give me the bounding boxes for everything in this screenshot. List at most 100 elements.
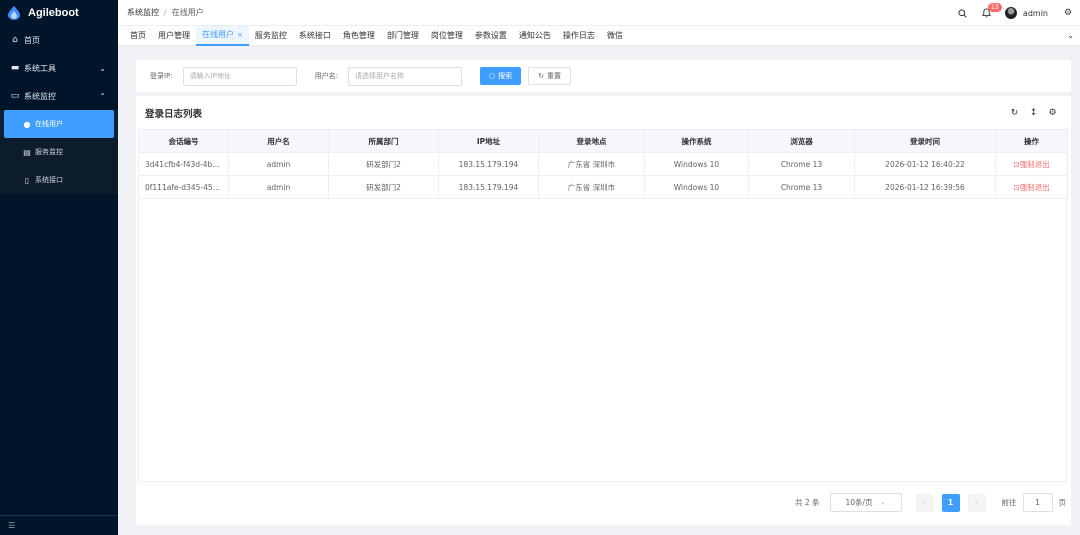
sidebar: Agileboot ⌂ 首页 ▬ 系统工具 ⌄ ▭ 系统监控 ⌃ ● 在线用户 … [0, 0, 118, 535]
tab-system-api[interactable]: 系统接口 [293, 26, 337, 46]
force-logout-cell: ⊡强制退出 [995, 175, 1068, 199]
column-height-icon[interactable]: ↕ [1024, 108, 1043, 118]
breadcrumb-item[interactable]: 系统监控 [127, 8, 159, 17]
tab-config-settings[interactable]: 参数设置 [469, 26, 513, 46]
page-number[interactable]: 1 [941, 493, 960, 512]
sidebar-item-system-api[interactable]: ▯ 系统接口 [0, 166, 118, 194]
column-header: 登录时间 [854, 129, 996, 153]
column-header: IP地址 [438, 129, 539, 153]
gear-icon[interactable]: ⚙ [1056, 8, 1080, 18]
tags-view: 首页 用户管理 在线用户 × 服务监控 系统接口 角色管理 部门管理 岗位管理 参… [118, 25, 1080, 46]
force-logout-button[interactable]: ⊡强制退出 [1013, 183, 1049, 192]
ip-input[interactable]: 请输入IP地址 [182, 66, 297, 86]
table-cell: 广东省 深圳市 [538, 175, 645, 199]
tab-user-management[interactable]: 用户管理 [152, 26, 196, 46]
toolbox-icon: ▬ [10, 63, 20, 73]
tab-online-users[interactable]: 在线用户 × [196, 25, 249, 46]
sidebar-collapse-button[interactable]: ☰ [0, 515, 118, 535]
logo[interactable]: Agileboot [0, 0, 118, 26]
table-cell: 183.15.179.194 [438, 175, 539, 199]
table-row: 0f111afe-d345-451... admin 研发部门2 183.15.… [138, 175, 1068, 199]
table-toolbar: ↻ ↕ ⚙ [1005, 108, 1062, 118]
breadcrumb: 系统监控 / 在线用户 [127, 7, 204, 18]
sidebar-item-home[interactable]: ⌂ 首页 [0, 26, 118, 54]
sidebar-item-server-monitor[interactable]: ▤ 服务监控 [0, 138, 118, 166]
sidebar-item-label: 服务监控 [35, 148, 63, 156]
bell-icon[interactable]: 13 [975, 3, 1002, 18]
table-cell: 研发部门2 [328, 175, 439, 199]
tab-operation-log[interactable]: 操作日志 [557, 26, 601, 46]
sidebar-item-system-tools[interactable]: ▬ 系统工具 ⌄ [0, 54, 118, 82]
search-icon[interactable] [951, 8, 975, 18]
top-header: 系统监控 / 在线用户 13 admin ⚙ [118, 0, 1080, 26]
tab-dept-management[interactable]: 部门管理 [381, 26, 425, 46]
pagination-total: 共 2 条 [794, 498, 820, 507]
notification-badge: 13 [987, 3, 1002, 12]
sidebar-item-system-monitor[interactable]: ▭ 系统监控 ⌃ [0, 82, 118, 110]
reset-button-label: 重置 [547, 72, 561, 80]
tab-server-monitor[interactable]: 服务监控 [249, 26, 293, 46]
column-header: 操作系统 [644, 129, 749, 153]
username-label: 用户名: [314, 72, 339, 80]
table-title: 登录日志列表 [145, 109, 203, 120]
breadcrumb-separator: / [164, 8, 167, 17]
table-card: 登录日志列表 ↻ ↕ ⚙ 会话编号 用户名 所属部门 IP地址 登录地点 操作系… [136, 96, 1071, 525]
user-name[interactable]: admin [1023, 9, 1048, 18]
sidebar-item-online-users[interactable]: ● 在线用户 [4, 110, 114, 138]
column-header: 所属部门 [328, 129, 439, 153]
breadcrumb-item-current: 在线用户 [171, 8, 204, 17]
refresh-icon[interactable]: ↻ [1005, 108, 1024, 118]
page-size-select[interactable]: 10条/页 ⌄ [829, 493, 902, 512]
tab-notice[interactable]: 通知公告 [513, 26, 557, 46]
table-cell: admin [228, 152, 329, 176]
prev-page-button[interactable]: ‹ [915, 493, 934, 512]
table-header-row: 会话编号 用户名 所属部门 IP地址 登录地点 操作系统 浏览器 登录时间 操作 [138, 129, 1068, 153]
column-header: 操作 [995, 129, 1068, 153]
users-icon: ● [23, 119, 31, 129]
tab-wechat[interactable]: 微信 [601, 26, 629, 46]
tab-role-management[interactable]: 角色管理 [337, 26, 381, 46]
menu-fold-icon: ☰ [8, 521, 16, 530]
force-logout-label: 强制退出 [1019, 159, 1050, 169]
column-header: 会话编号 [138, 129, 229, 153]
force-logout-label: 强制退出 [1019, 182, 1050, 192]
search-button-label: 搜索 [498, 72, 513, 80]
table-row: 3d41cfb4-f43d-4b... admin 研发部门2 183.15.1… [138, 152, 1068, 176]
server-icon: ▤ [23, 147, 31, 157]
header-actions: 13 admin ⚙ [951, 0, 1080, 26]
close-icon[interactable]: × [237, 31, 243, 39]
app-name: Agileboot [28, 7, 79, 19]
refresh-icon: ↻ [538, 72, 544, 80]
username-input[interactable]: 请选择用户名称 [348, 66, 463, 86]
table-cell: 183.15.179.194 [438, 152, 539, 176]
gear-icon[interactable]: ⚙ [1043, 108, 1062, 118]
jump-page-input[interactable]: 1 [1022, 493, 1053, 512]
sidebar-item-label: 在线用户 [35, 120, 63, 128]
table-cell: admin [228, 175, 329, 199]
jump-label: 前往 [1001, 498, 1017, 507]
tab-label: 在线用户 [202, 30, 234, 39]
table-cell: Chrome 13 [748, 152, 855, 176]
tab-home[interactable]: 首页 [124, 26, 152, 46]
avatar[interactable] [1004, 7, 1017, 19]
table-cell: 2026-01-12 16:40:22 [854, 152, 996, 176]
chevron-down-icon: ⌄ [99, 63, 106, 73]
sidebar-item-label: 系统工具 [24, 63, 56, 73]
submenu-system-monitor: ● 在线用户 ▤ 服务监控 ▯ 系统接口 [0, 110, 118, 194]
document-icon: ▯ [24, 175, 30, 185]
sidebar-item-label: 系统接口 [35, 176, 63, 184]
search-icon: ○ [489, 72, 496, 80]
page-size-value: 10条/页 [845, 498, 873, 507]
next-page-button[interactable]: › [967, 493, 986, 512]
search-button[interactable]: ○ 搜索 [480, 67, 522, 85]
chevron-down-icon[interactable]: ⌄ [1067, 31, 1074, 40]
reset-button[interactable]: ↻ 重置 [528, 67, 571, 85]
table-cell: 广东省 深圳市 [538, 152, 645, 176]
tab-post-management[interactable]: 岗位管理 [425, 26, 469, 46]
table-cell: 0f111afe-d345-451... [138, 175, 229, 199]
online-users-table: 会话编号 用户名 所属部门 IP地址 登录地点 操作系统 浏览器 登录时间 操作… [138, 129, 1068, 199]
chevron-down-icon: ⌄ [880, 499, 886, 506]
column-header: 用户名 [228, 129, 329, 153]
force-logout-button[interactable]: ⊡强制退出 [1013, 160, 1049, 169]
chevron-up-icon: ⌃ [99, 91, 106, 101]
